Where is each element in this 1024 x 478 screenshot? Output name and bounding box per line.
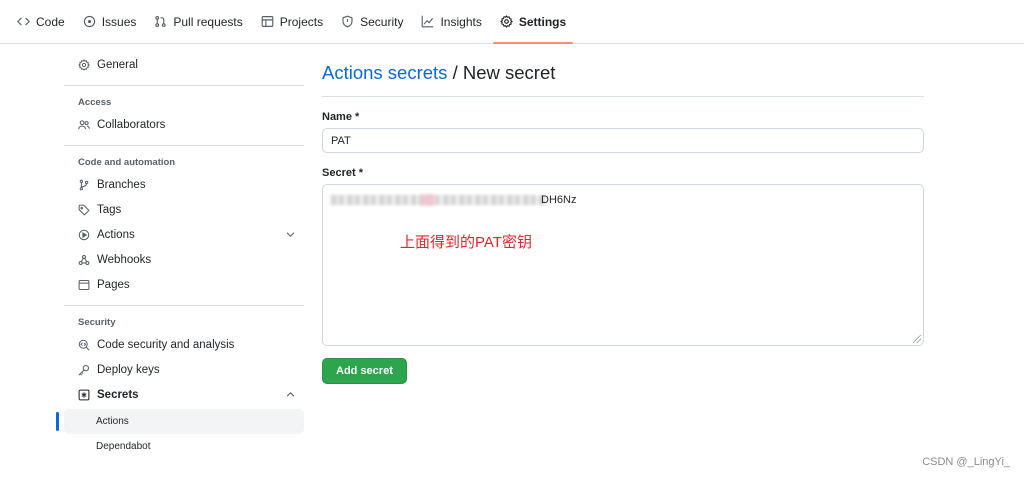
sidebar-item-pages[interactable]: Pages <box>64 272 304 297</box>
sidebar-item-secrets[interactable]: Secrets <box>64 382 304 407</box>
sidebar-item-label: Pages <box>97 278 130 291</box>
annotation-text: 上面得到的PAT密钥 <box>400 234 532 251</box>
add-secret-button[interactable]: Add secret <box>322 358 407 384</box>
sidebar-item-general[interactable]: General <box>64 52 304 77</box>
sidebar-subitem-secrets-dependabot[interactable]: Dependabot <box>64 434 304 459</box>
tab-pull-requests[interactable]: Pull requests <box>145 0 251 43</box>
sidebar-item-label: Secrets <box>97 388 139 401</box>
table-icon <box>261 16 274 27</box>
sidebar-item-code-security[interactable]: Code security and analysis <box>64 332 304 357</box>
sidebar-item-tags[interactable]: Tags <box>64 197 304 222</box>
tab-security-label: Security <box>360 14 404 29</box>
tab-projects[interactable]: Projects <box>252 0 332 43</box>
name-label: Name * <box>322 111 360 123</box>
key-asterisk-icon <box>78 389 90 400</box>
tab-pull-requests-label: Pull requests <box>173 14 243 29</box>
tab-settings[interactable]: Settings <box>491 0 575 44</box>
breadcrumb-actions-secrets-link[interactable]: Actions secrets <box>322 62 447 83</box>
webhook-icon <box>78 254 90 265</box>
repo-nav: Code Issues Pull requests Projects Secur… <box>0 0 1024 44</box>
sidebar-item-label: Collaborators <box>97 118 166 131</box>
watermark: CSDN @_LingYi_ <box>922 456 1010 468</box>
sidebar-item-label: Tags <box>97 203 122 216</box>
sidebar-subitem-secrets-actions[interactable]: Actions <box>56 409 304 434</box>
tab-projects-label: Projects <box>279 14 324 29</box>
tab-code[interactable]: Code <box>8 0 74 43</box>
secret-value-textarea[interactable]: DH6Nz 上面得到的PAT密钥 <box>322 184 924 346</box>
divider <box>64 85 304 86</box>
main-content: Actions secrets / New secret Name * Secr… <box>322 62 924 384</box>
sidebar-item-label: Actions <box>97 228 135 241</box>
code-icon <box>17 17 30 26</box>
gear-icon <box>78 58 90 71</box>
section-heading-access: Access <box>78 97 112 108</box>
gear-icon <box>500 15 513 28</box>
divider <box>64 145 304 146</box>
page-title: Actions secrets / New secret <box>322 62 924 97</box>
breadcrumb-separator: / <box>447 62 463 83</box>
tab-settings-label: Settings <box>518 14 567 29</box>
tab-security[interactable]: Security <box>332 0 412 43</box>
tab-issues[interactable]: Issues <box>74 0 146 43</box>
git-pull-request-icon <box>155 15 166 28</box>
key-icon <box>78 364 90 375</box>
redacted-secret-value <box>331 195 546 205</box>
resize-handle[interactable] <box>913 335 921 343</box>
sidebar-item-label: General <box>97 58 138 71</box>
section-heading-security: Security <box>78 317 116 328</box>
redacted-secret-value-accent <box>421 195 435 205</box>
people-icon <box>78 119 90 129</box>
git-branch-icon <box>79 179 89 190</box>
divider <box>64 305 304 306</box>
tag-icon <box>78 204 90 215</box>
tab-code-label: Code <box>36 14 65 29</box>
shield-icon <box>342 15 353 28</box>
sidebar-item-deploy-keys[interactable]: Deploy keys <box>64 357 304 382</box>
section-heading-code-automation: Code and automation <box>78 157 176 168</box>
secret-value-visible-tail: DH6Nz <box>541 194 577 206</box>
breadcrumb-current: New secret <box>462 62 556 83</box>
settings-sidebar: General Access Collaborators Code and au… <box>56 52 304 459</box>
sidebar-item-webhooks[interactable]: Webhooks <box>64 247 304 272</box>
issue-opened-icon <box>83 15 95 28</box>
chevron-down-icon[interactable] <box>285 229 296 240</box>
sidebar-item-branches[interactable]: Branches <box>64 172 304 197</box>
sidebar-item-label: Branches <box>97 178 146 191</box>
secret-label: Secret * <box>322 167 363 179</box>
chevron-up-icon[interactable] <box>285 389 296 400</box>
tab-insights-label: Insights <box>440 14 482 29</box>
play-icon <box>78 229 90 240</box>
sidebar-item-label: Code security and analysis <box>97 338 235 351</box>
graph-icon <box>422 15 434 28</box>
secret-name-input[interactable] <box>322 128 924 153</box>
sidebar-item-collaborators[interactable]: Collaborators <box>64 112 304 137</box>
browser-icon <box>78 279 90 290</box>
sidebar-item-actions[interactable]: Actions <box>64 222 304 247</box>
tab-insights[interactable]: Insights <box>412 0 490 43</box>
sidebar-item-label: Webhooks <box>97 253 152 266</box>
tab-issues-label: Issues <box>101 14 137 29</box>
codescan-icon <box>78 339 90 350</box>
sidebar-item-label: Deploy keys <box>97 363 160 376</box>
